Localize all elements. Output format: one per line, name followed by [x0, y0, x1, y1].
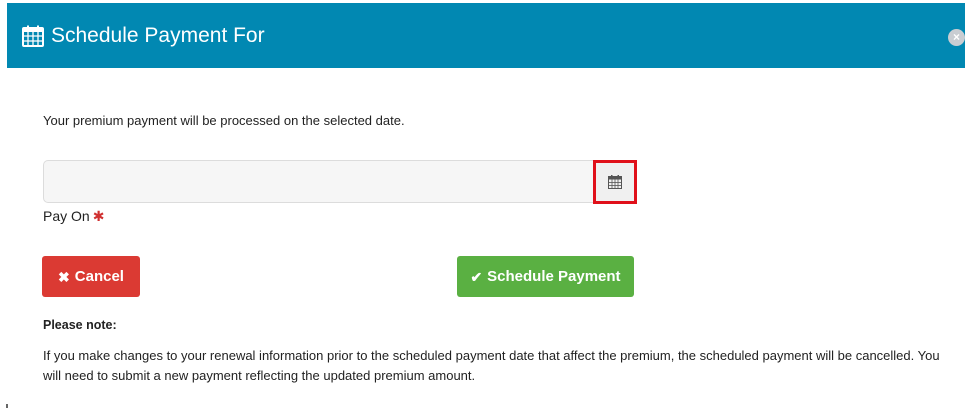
- note-body: If you make changes to your renewal info…: [43, 348, 940, 383]
- pay-on-label-text: Pay On: [43, 208, 90, 224]
- schedule-payment-button[interactable]: ✔ Schedule Payment: [457, 256, 634, 297]
- cursor-mark: [6, 404, 8, 408]
- checkmark-icon: ✔: [470, 268, 483, 285]
- intro-text: Your premium payment will be processed o…: [43, 113, 405, 128]
- cancel-button-label: Cancel: [74, 268, 124, 285]
- modal-title: Schedule Payment For: [51, 24, 265, 47]
- pay-on-label: Pay On ✱: [43, 207, 104, 225]
- close-icon[interactable]: ×: [948, 29, 965, 46]
- pay-on-date-input[interactable]: [43, 160, 593, 203]
- close-icon: ✖: [58, 268, 70, 285]
- calendar-picker-button[interactable]: [593, 160, 637, 204]
- calendar-icon: [22, 25, 44, 47]
- cancel-button[interactable]: ✖ Cancel: [42, 256, 140, 297]
- required-asterisk-icon: ✱: [92, 208, 105, 224]
- note-heading: Please note:: [43, 318, 117, 332]
- schedule-payment-button-label: Schedule Payment: [487, 268, 621, 285]
- calendar-icon: [608, 175, 622, 189]
- modal-header: Schedule Payment For ×: [7, 3, 965, 68]
